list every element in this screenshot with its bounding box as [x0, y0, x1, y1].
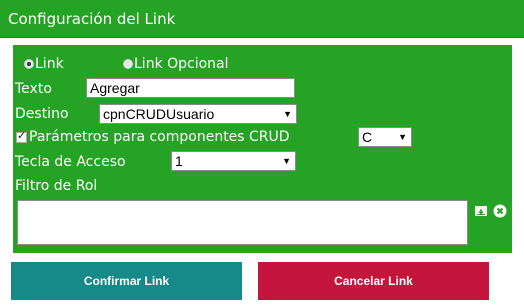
radio-link-optional-label: Link Opcional — [134, 56, 229, 72]
texto-input[interactable]: Agregar — [86, 78, 295, 98]
link-config-panel: Link Link Opcional Texto Agregar Destino… — [11, 43, 514, 255]
radio-link-optional[interactable] — [123, 59, 133, 69]
confirm-link-button[interactable]: Confirmar Link — [11, 262, 242, 300]
role-filter-textarea[interactable] — [17, 200, 468, 245]
destino-label: Destino — [15, 106, 69, 122]
inbox-download-icon[interactable] — [474, 204, 488, 218]
access-key-select-value: 1 — [175, 153, 183, 169]
crud-params-checkbox[interactable] — [16, 129, 27, 143]
texto-label: Texto — [15, 81, 52, 97]
access-key-label: Tecla de Acceso — [15, 154, 126, 170]
chevron-down-icon: ▼ — [283, 109, 292, 119]
cancel-link-button[interactable]: Cancelar Link — [258, 262, 489, 300]
radio-link[interactable] — [24, 59, 34, 69]
destino-select-value: cpnCRUDUsuario — [103, 106, 215, 122]
crud-type-select-value: C — [362, 129, 373, 145]
destino-select[interactable]: cpnCRUDUsuario ▼ — [99, 104, 297, 124]
role-filter-label: Filtro de Rol — [15, 178, 98, 194]
dialog-title-bar: Configuración del Link — [0, 0, 524, 38]
chevron-down-icon: ▼ — [282, 156, 291, 166]
access-key-select[interactable]: 1 ▼ — [171, 151, 296, 171]
crud-params-label: Parámetros para componentes CRUD — [29, 129, 290, 145]
chevron-down-icon: ▼ — [398, 132, 407, 142]
radio-link-label: Link — [35, 56, 64, 72]
link-config-dialog: Configuración del Link Link Link Opciona… — [0, 0, 524, 305]
crud-type-select[interactable]: C ▼ — [358, 127, 412, 147]
close-circle-icon[interactable] — [493, 204, 507, 218]
dialog-title: Configuración del Link — [8, 10, 176, 28]
